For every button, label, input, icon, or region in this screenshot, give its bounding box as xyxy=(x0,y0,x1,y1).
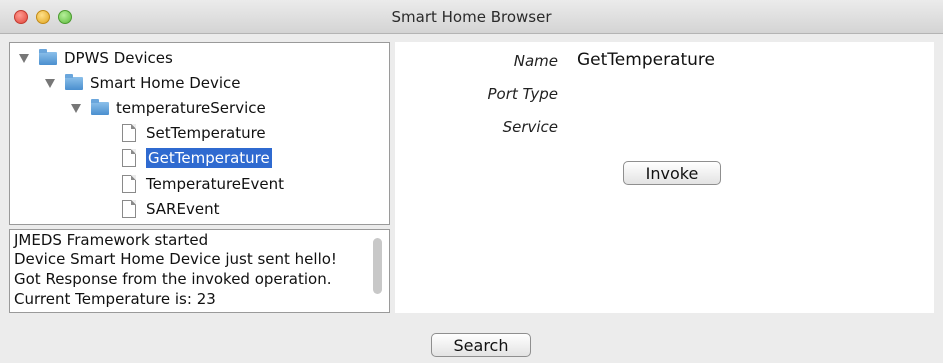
expanded-triangle-icon[interactable] xyxy=(19,53,29,63)
tree-leaf-label-selected: GetTemperature xyxy=(146,148,272,168)
document-icon xyxy=(122,175,136,193)
service-label: Service xyxy=(502,118,558,136)
tree-node-service[interactable]: temperatureService xyxy=(71,96,266,120)
log-line: Device Smart Home Device just sent hello… xyxy=(14,250,337,268)
tree-leaf-label: TemperatureEvent xyxy=(146,175,284,193)
tree-node-root[interactable]: DPWS Devices xyxy=(19,46,173,70)
folder-icon xyxy=(65,73,83,90)
tree-node-label: Smart Home Device xyxy=(90,74,241,92)
log-output[interactable]: JMEDS Framework started Device Smart Hom… xyxy=(9,229,390,313)
document-icon xyxy=(122,124,136,142)
tree-node-label: DPWS Devices xyxy=(64,49,173,67)
name-label: Name xyxy=(513,52,558,70)
folder-icon xyxy=(91,98,109,115)
port-type-label: Port Type xyxy=(487,85,558,103)
expanded-triangle-icon[interactable] xyxy=(45,78,55,88)
log-line: Got Response from the invoked operation. xyxy=(14,270,332,288)
device-tree[interactable]: DPWS Devices Smart Home Device temperatu… xyxy=(9,42,390,225)
tree-leaf-temperature-event[interactable]: TemperatureEvent xyxy=(122,172,284,196)
log-line: Current Temperature is: 23 xyxy=(14,290,216,308)
invoke-button[interactable]: Invoke xyxy=(623,161,721,185)
log-line: JMEDS Framework started xyxy=(14,231,209,249)
title-bar[interactable]: Smart Home Browser xyxy=(0,0,943,34)
folder-icon xyxy=(39,48,57,65)
log-scrollbar[interactable] xyxy=(373,238,382,294)
name-value: GetTemperature xyxy=(577,50,715,70)
document-icon xyxy=(122,149,136,167)
tree-leaf-set-temperature[interactable]: SetTemperature xyxy=(122,121,266,145)
tree-node-device[interactable]: Smart Home Device xyxy=(45,71,241,95)
tree-node-label: temperatureService xyxy=(116,99,266,117)
tree-leaf-sar-event[interactable]: SAREvent xyxy=(122,197,219,221)
tree-leaf-label: SetTemperature xyxy=(146,124,266,142)
window-title: Smart Home Browser xyxy=(391,8,552,26)
expanded-triangle-icon[interactable] xyxy=(71,103,81,113)
operation-details: Name GetTemperature Port Type Service In… xyxy=(395,42,934,313)
tree-leaf-get-temperature[interactable]: GetTemperature xyxy=(122,146,272,170)
search-button[interactable]: Search xyxy=(431,333,531,357)
tree-leaf-label: SAREvent xyxy=(146,200,220,218)
document-icon xyxy=(122,200,136,218)
app-window: Smart Home Browser DPWS Devices Smart Ho… xyxy=(0,0,943,363)
